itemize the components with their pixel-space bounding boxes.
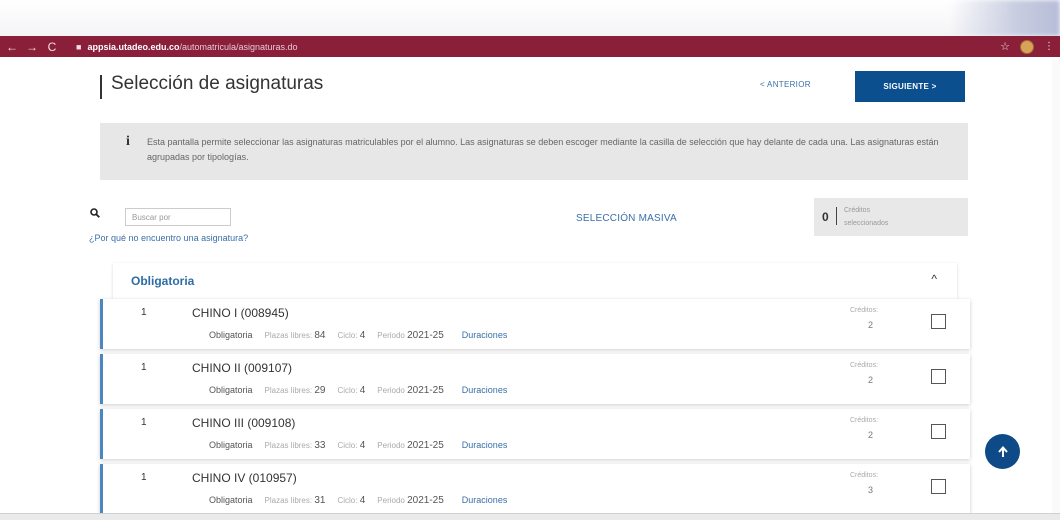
back-icon[interactable]: ← (4, 40, 20, 54)
periodo-label: Periodo (377, 441, 405, 450)
course-row[interactable]: 1 CHINO I (008945) Obligatoria Plazas libre… (100, 299, 970, 349)
next-button[interactable]: SIGUIENTE > (855, 71, 965, 102)
course-row[interactable]: 1 CHINO II (009107) Obligatoria Plazas libr… (100, 354, 970, 404)
plazas-value: 33 (314, 440, 326, 451)
plazas-label: Plazas libres: (264, 441, 313, 450)
periodo-value: 2021-25 (407, 330, 444, 341)
bookmark-star-icon[interactable]: ☆ (1000, 40, 1010, 53)
info-icon: i (126, 134, 130, 149)
course-credits-label: Créditos: (850, 417, 879, 424)
course-name: CHINO IV (010957) (192, 471, 297, 485)
ciclo-value: 4 (359, 330, 366, 341)
menu-icon[interactable]: ⋮ (1044, 41, 1054, 52)
arrow-up-icon (997, 445, 1008, 457)
extension-icon[interactable] (1020, 39, 1034, 54)
ciclo-label: Ciclo: (337, 331, 358, 340)
course-select-checkbox[interactable] (931, 314, 946, 329)
why-not-found-link[interactable]: ¿Por qué no encuentro una asignatura? (89, 233, 248, 243)
course-credits-value: 3 (868, 485, 874, 495)
periodo-value: 2021-25 (407, 495, 444, 506)
duraciones-link[interactable]: Duraciones (462, 385, 508, 395)
course-type: Obligatoria (209, 385, 253, 395)
plazas-value: 29 (314, 385, 326, 396)
duraciones-link[interactable]: Duraciones (462, 330, 508, 340)
plazas-label: Plazas libres: (264, 386, 313, 395)
duraciones-link[interactable]: Duraciones (462, 495, 508, 505)
page-title: Selección de asignaturas (111, 73, 324, 94)
course-credits-value: 2 (868, 430, 874, 440)
url-path: /automatricula/asignaturas.do (179, 41, 298, 52)
ciclo-value: 4 (359, 440, 366, 451)
course-type: Obligatoria (209, 330, 253, 340)
course-number: 1 (141, 307, 147, 318)
course-select-checkbox[interactable] (931, 369, 946, 384)
course-type: Obligatoria (209, 440, 253, 450)
selected-credits-box: 0 Créditos seleccionados (814, 198, 968, 236)
ciclo-label: Ciclo: (337, 386, 358, 395)
course-number: 1 (141, 472, 147, 483)
course-select-checkbox[interactable] (931, 479, 946, 494)
course-name: CHINO II (009107) (192, 361, 293, 375)
ciclo-value: 4 (359, 385, 366, 396)
selected-credits-count: 0 (822, 210, 829, 224)
browser-actions: ☆ ⋮ (1000, 36, 1054, 57)
scroll-to-top-button[interactable] (985, 434, 1020, 469)
plazas-value: 84 (314, 330, 326, 341)
credits-divider (836, 207, 837, 225)
previous-button[interactable]: < ANTERIOR (760, 80, 811, 89)
mass-selection-link[interactable]: SELECCIÓN MASIVA (576, 213, 677, 224)
periodo-label: Periodo (377, 331, 405, 340)
course-credits-label: Créditos: (850, 472, 879, 479)
plazas-label: Plazas libres: (264, 496, 313, 505)
plazas-label: Plazas libres: (264, 331, 313, 340)
plazas-value: 31 (314, 495, 326, 506)
course-credits-value: 2 (868, 375, 874, 385)
periodo-label: Periodo (377, 496, 405, 505)
course-credits-label: Créditos: (850, 307, 879, 314)
browser-toolbar: ← → C ■ appsia.utadeo.edu.co/automatricu… (0, 36, 1060, 57)
course-number: 1 (141, 362, 147, 373)
search-icon[interactable] (90, 208, 100, 218)
ciclo-value: 4 (359, 495, 366, 506)
periodo-value: 2021-25 (407, 440, 444, 451)
address-bar[interactable]: appsia.utadeo.edu.co/automatricula/asign… (87, 42, 297, 52)
periodo-value: 2021-25 (407, 385, 444, 396)
window-top-strip (0, 0, 1060, 36)
course-credits-label: Créditos: (850, 362, 879, 369)
lock-icon[interactable]: ■ (76, 42, 81, 52)
window-decoration (950, 0, 1060, 36)
title-accent-bar (100, 75, 102, 99)
course-meta: Obligatoria Plazas libres: 33 Ciclo: 4 Peri… (209, 440, 507, 451)
credits-label-line2: seleccionados (844, 220, 889, 227)
periodo-label: Periodo (377, 386, 405, 395)
ciclo-label: Ciclo: (337, 496, 358, 505)
url-domain: appsia.utadeo.edu.co (87, 41, 180, 52)
course-number: 1 (141, 417, 147, 428)
course-select-checkbox[interactable] (931, 424, 946, 439)
credits-label-line1: Créditos (844, 207, 871, 214)
chevron-up-icon[interactable]: ^ (931, 272, 937, 286)
course-meta: Obligatoria Plazas libres: 31 Ciclo: 4 Peri… (209, 495, 507, 506)
course-credits-value: 2 (868, 320, 874, 330)
selected-credits-label: Créditos seleccionados (844, 204, 888, 230)
forward-icon[interactable]: → (24, 40, 40, 54)
ciclo-label: Ciclo: (337, 441, 358, 450)
reload-icon[interactable]: C (44, 40, 60, 54)
duraciones-link[interactable]: Duraciones (462, 440, 508, 450)
course-meta: Obligatoria Plazas libres: 29 Ciclo: 4 Peri… (209, 385, 507, 396)
info-panel: i Esta pantalla permite seleccionar las … (100, 123, 968, 180)
group-header-obligatoria[interactable]: Obligatoria ^ (113, 263, 957, 299)
course-name: CHINO III (009108) (192, 416, 296, 430)
group-title: Obligatoria (131, 274, 195, 288)
course-row[interactable]: 1 CHINO III (009108) Obligatoria Plazas lib… (100, 409, 970, 459)
search-input[interactable] (125, 208, 231, 226)
course-type: Obligatoria (209, 495, 253, 505)
course-meta: Obligatoria Plazas libres: 84 Ciclo: 4 Peri… (209, 330, 507, 341)
course-name: CHINO I (008945) (192, 306, 289, 320)
right-edge (1052, 60, 1060, 513)
course-row[interactable]: 1 CHINO IV (010957) Obligatoria Plazas libr… (100, 464, 970, 514)
info-text: Esta pantalla permite seleccionar las as… (147, 137, 939, 162)
